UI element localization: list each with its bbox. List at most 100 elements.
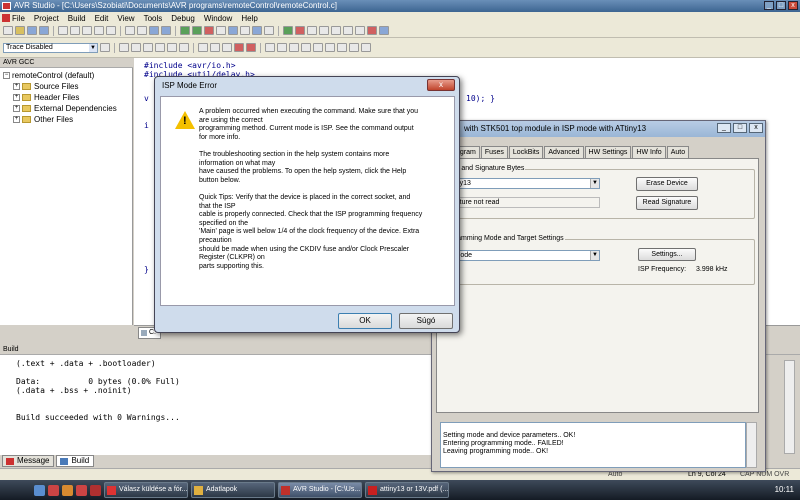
settings-button[interactable]: Settings... (638, 248, 696, 261)
breakpoint-icon[interactable] (379, 26, 389, 35)
collapse-icon[interactable]: − (3, 72, 10, 80)
outdent-icon[interactable] (161, 26, 171, 35)
cut-icon[interactable] (58, 26, 68, 35)
quicklaunch-icon[interactable] (76, 484, 87, 496)
programmer-icon[interactable] (246, 43, 256, 52)
view-icon-3[interactable] (143, 43, 153, 52)
run-icon[interactable] (283, 26, 293, 35)
menu-build[interactable]: Build (68, 14, 86, 23)
quicklaunch-icon[interactable] (48, 484, 59, 496)
menu-debug[interactable]: Debug (171, 14, 195, 23)
view-icon-6[interactable] (179, 43, 189, 52)
layout-icon-1[interactable] (265, 43, 275, 52)
quicklaunch-icon[interactable] (62, 484, 73, 496)
view-icon-2[interactable] (131, 43, 141, 52)
view-icon-4[interactable] (155, 43, 165, 52)
layout-icon-7[interactable] (337, 43, 347, 52)
settings-icon[interactable] (264, 26, 274, 35)
tab-hw-settings[interactable]: HW Settings (584, 146, 632, 158)
trace-combo[interactable]: Trace Disabled ▼ (3, 42, 98, 53)
debug-icon[interactable] (228, 26, 238, 35)
programming-mode-select[interactable]: P mode ▼ (444, 250, 600, 261)
tab-auto[interactable]: Auto (666, 146, 690, 158)
save-icon[interactable] (27, 26, 37, 35)
layout-icon-5[interactable] (313, 43, 323, 52)
maximize-icon[interactable]: □ (733, 123, 747, 133)
find-icon[interactable] (125, 26, 135, 35)
step-into-icon[interactable] (319, 26, 329, 35)
menu-window[interactable]: Window (204, 14, 232, 23)
run-to-cursor-icon[interactable] (355, 26, 365, 35)
step-out-icon[interactable] (343, 26, 353, 35)
stop-build-icon[interactable] (204, 26, 214, 35)
tab-hw-info[interactable]: HW Info (632, 146, 666, 158)
tree-item-source-files[interactable]: + Source Files (3, 81, 117, 92)
quicklaunch-icon[interactable] (34, 484, 45, 496)
save-all-icon[interactable] (39, 26, 49, 35)
close-icon[interactable]: x (749, 123, 763, 133)
task-button[interactable]: Adatlapok (191, 482, 275, 498)
paste-icon[interactable] (82, 26, 92, 35)
layout-icon-2[interactable] (277, 43, 287, 52)
view-icon-1[interactable] (119, 43, 129, 52)
menu-edit[interactable]: Edit (95, 14, 109, 23)
close-icon[interactable]: x (788, 1, 798, 10)
help-icon[interactable] (240, 26, 250, 35)
build-scrollbar[interactable] (784, 360, 795, 454)
bookmark-icon[interactable] (137, 26, 147, 35)
quicklaunch-icon[interactable] (90, 484, 101, 496)
expand-icon[interactable]: + (13, 94, 20, 102)
tab-lockbits[interactable]: LockBits (508, 146, 544, 158)
connect-icon[interactable] (252, 26, 262, 35)
task-button[interactable]: attiny13 or 13V.pdf (... (365, 482, 449, 498)
log-scrollbar[interactable] (746, 422, 757, 468)
view-icon-5[interactable] (167, 43, 177, 52)
tree-root[interactable]: − remoteControl (default) (3, 70, 117, 81)
menu-project[interactable]: Project (34, 14, 59, 23)
tree-item-external-dependencies[interactable]: + External Dependencies (3, 103, 117, 114)
layout-icon-6[interactable] (325, 43, 335, 52)
layout-icon-8[interactable] (349, 43, 359, 52)
tab-message[interactable]: Message (2, 455, 55, 467)
build-icon[interactable] (180, 26, 190, 35)
rebuild-icon[interactable] (192, 26, 202, 35)
read-signature-button[interactable]: Read Signature (636, 196, 698, 210)
menu-file[interactable]: File (12, 14, 25, 23)
tree-item-header-files[interactable]: + Header Files (3, 92, 117, 103)
redo-icon[interactable] (106, 26, 116, 35)
trace-options-icon[interactable] (100, 43, 110, 52)
open-folder-icon[interactable] (15, 26, 25, 35)
erase-device-button[interactable]: Erase Device (636, 177, 698, 191)
task-button[interactable]: AVR Studio - [C:\Us... (278, 482, 362, 498)
auto-connect-icon[interactable] (234, 43, 244, 52)
tab-advanced[interactable]: Advanced (544, 146, 584, 158)
binoculars-icon[interactable] (198, 43, 208, 52)
expand-icon[interactable]: + (13, 105, 20, 113)
minimize-icon[interactable]: _ (717, 123, 731, 133)
new-file-icon[interactable] (3, 26, 13, 35)
tab-build[interactable]: Build (56, 455, 95, 467)
ok-button[interactable]: OK (338, 313, 392, 329)
expand-icon[interactable]: + (13, 116, 20, 124)
break-icon[interactable] (295, 26, 305, 35)
memory-icon[interactable] (210, 43, 220, 52)
device-select[interactable]: Ttiny13▼ (444, 178, 600, 189)
layout-icon-4[interactable] (301, 43, 311, 52)
copy-icon[interactable] (70, 26, 80, 35)
indent-icon[interactable] (149, 26, 159, 35)
maximize-icon[interactable]: □ (776, 1, 786, 10)
layout-icon-9[interactable] (361, 43, 371, 52)
menu-help[interactable]: Help (241, 14, 257, 23)
task-button[interactable]: Válasz küldése a fór... (104, 482, 188, 498)
auto-step-icon[interactable] (367, 26, 377, 35)
expand-icon[interactable]: + (13, 83, 20, 91)
undo-icon[interactable] (94, 26, 104, 35)
reset-icon[interactable] (307, 26, 317, 35)
tree-item-other-files[interactable]: + Other Files (3, 114, 117, 125)
layout-icon-3[interactable] (289, 43, 299, 52)
help-button[interactable]: Súgó (399, 313, 453, 329)
minimize-icon[interactable]: _ (764, 1, 774, 10)
tab-fuses[interactable]: Fuses (480, 146, 508, 158)
io-view-icon[interactable] (222, 43, 232, 52)
menu-view[interactable]: View (117, 14, 134, 23)
